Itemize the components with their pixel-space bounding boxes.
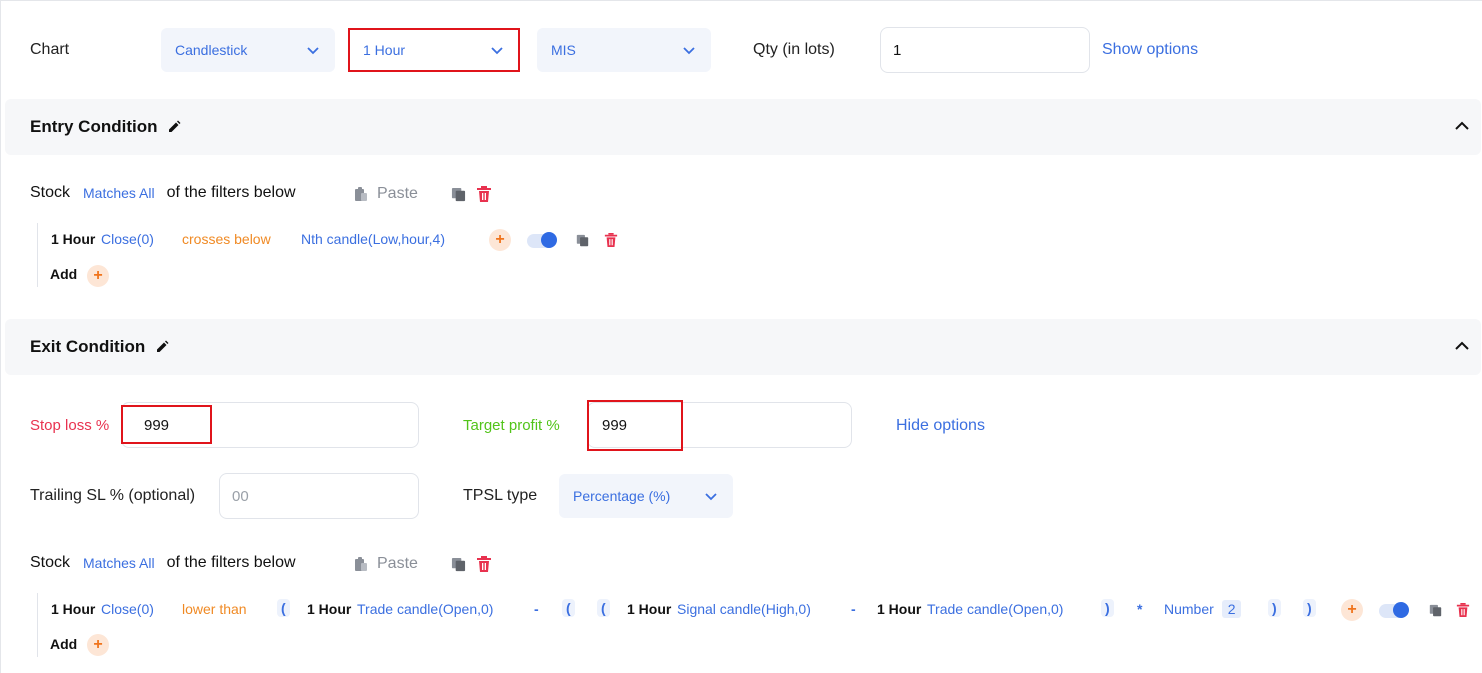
- exit-add-label[interactable]: Add: [50, 636, 77, 652]
- entry-interval[interactable]: 1 Hour: [51, 231, 95, 247]
- exit-paren-open-3[interactable]: (: [597, 599, 610, 617]
- pencil-icon[interactable]: [155, 340, 169, 354]
- trash-icon[interactable]: [476, 556, 492, 572]
- copy-icon[interactable]: [451, 187, 466, 202]
- entry-condition-title: Entry Condition: [30, 117, 158, 136]
- chevron-down-icon: [705, 493, 717, 501]
- exit-operator[interactable]: lower than: [182, 601, 247, 617]
- exit-trade-open-2[interactable]: Trade candle(Open,0): [927, 601, 1063, 617]
- exit-interval-3[interactable]: 1 Hour: [627, 601, 671, 617]
- pencil-icon[interactable]: [167, 120, 181, 134]
- entry-paste-label[interactable]: Paste: [377, 185, 418, 203]
- trash-icon[interactable]: [1456, 603, 1470, 617]
- entry-add-plus-icon[interactable]: +: [87, 265, 109, 287]
- exit-minus-2[interactable]: -: [851, 601, 856, 617]
- trash-icon[interactable]: [476, 186, 492, 202]
- chart-label: Chart: [30, 41, 70, 58]
- exit-times[interactable]: *: [1137, 601, 1142, 617]
- tpsl-type-label: TPSL type: [463, 487, 538, 504]
- chevron-down-icon: [307, 47, 319, 55]
- copy-icon[interactable]: [451, 557, 466, 572]
- chart-type-value: Candlestick: [175, 42, 248, 58]
- hide-options-link[interactable]: Hide options: [896, 417, 985, 435]
- exit-row-toggle[interactable]: [1379, 602, 1409, 618]
- exit-number-label[interactable]: Number 2: [1164, 600, 1242, 618]
- exit-trade-open-1[interactable]: Trade candle(Open,0): [357, 601, 493, 617]
- exit-filter-guide: [37, 593, 38, 657]
- interval-highlight: [348, 28, 520, 72]
- exit-stock-label: Stock: [30, 554, 71, 571]
- stop-loss-highlight: [121, 405, 212, 444]
- tpsl-type-value: Percentage (%): [573, 488, 671, 504]
- entry-condition-header[interactable]: Entry Condition: [5, 99, 1481, 155]
- exit-number-label-text: Number: [1164, 601, 1214, 617]
- exit-interval-2[interactable]: 1 Hour: [307, 601, 351, 617]
- exit-interval-4[interactable]: 1 Hour: [877, 601, 921, 617]
- entry-stock-label: Stock: [30, 184, 71, 201]
- entry-filters-text: of the filters below: [166, 184, 296, 201]
- exit-signal-high[interactable]: Signal candle(High,0): [677, 601, 811, 617]
- paste-icon[interactable]: [353, 556, 369, 572]
- chart-type-select[interactable]: Candlestick: [161, 28, 335, 72]
- qty-input[interactable]: 1: [880, 27, 1090, 73]
- entry-row-plus-icon[interactable]: +: [489, 229, 511, 251]
- entry-matches-select[interactable]: Matches All: [83, 185, 155, 201]
- entry-filter-guide: [37, 223, 38, 287]
- product-select[interactable]: MIS: [537, 28, 711, 72]
- target-profit-highlight: [587, 400, 683, 451]
- exit-paren-close-2[interactable]: ): [1268, 599, 1281, 617]
- copy-icon[interactable]: [576, 234, 589, 247]
- chevron-up-icon[interactable]: [1453, 117, 1471, 135]
- exit-stock-line: Stock Matches All of the filters below: [30, 554, 296, 572]
- trailing-sl-input[interactable]: 00: [219, 473, 419, 519]
- entry-left-operand[interactable]: Close(0): [101, 231, 154, 247]
- paste-icon[interactable]: [353, 186, 369, 202]
- exit-paren-close-3[interactable]: ): [1303, 599, 1316, 617]
- entry-add-label[interactable]: Add: [50, 266, 77, 282]
- entry-row-toggle[interactable]: [527, 232, 557, 248]
- exit-matches-select[interactable]: Matches All: [83, 555, 155, 571]
- entry-operator[interactable]: crosses below: [182, 231, 271, 247]
- trailing-sl-label: Trailing SL % (optional): [30, 487, 196, 504]
- exit-number-value[interactable]: 2: [1221, 600, 1242, 618]
- exit-left-operand[interactable]: Close(0): [101, 601, 154, 617]
- exit-row-plus-icon[interactable]: +: [1341, 599, 1363, 621]
- chevron-down-icon: [683, 47, 695, 55]
- exit-condition-title: Exit Condition: [30, 337, 146, 356]
- exit-paste-label[interactable]: Paste: [377, 555, 418, 573]
- exit-condition-header[interactable]: Exit Condition: [5, 319, 1481, 375]
- entry-stock-line: Stock Matches All of the filters below: [30, 184, 296, 202]
- qty-label: Qty (in lots): [753, 41, 835, 58]
- stop-loss-label: Stop loss %: [30, 417, 110, 434]
- chevron-up-icon[interactable]: [1453, 337, 1471, 355]
- exit-paren-open-2[interactable]: (: [562, 599, 575, 617]
- exit-add-plus-icon[interactable]: +: [87, 634, 109, 656]
- exit-minus-1[interactable]: -: [534, 601, 539, 617]
- tpsl-type-select[interactable]: Percentage (%): [559, 474, 733, 518]
- show-options-link[interactable]: Show options: [1102, 41, 1198, 59]
- target-profit-label: Target profit %: [463, 417, 560, 434]
- exit-filters-text: of the filters below: [166, 554, 296, 571]
- exit-paren-open-1[interactable]: (: [277, 599, 290, 617]
- exit-paren-close-1[interactable]: ): [1101, 599, 1114, 617]
- product-value: MIS: [551, 42, 576, 58]
- copy-icon[interactable]: [1429, 604, 1442, 617]
- trash-icon[interactable]: [604, 233, 618, 247]
- entry-right-operand[interactable]: Nth candle(Low,hour,4): [301, 231, 445, 247]
- exit-interval-1[interactable]: 1 Hour: [51, 601, 95, 617]
